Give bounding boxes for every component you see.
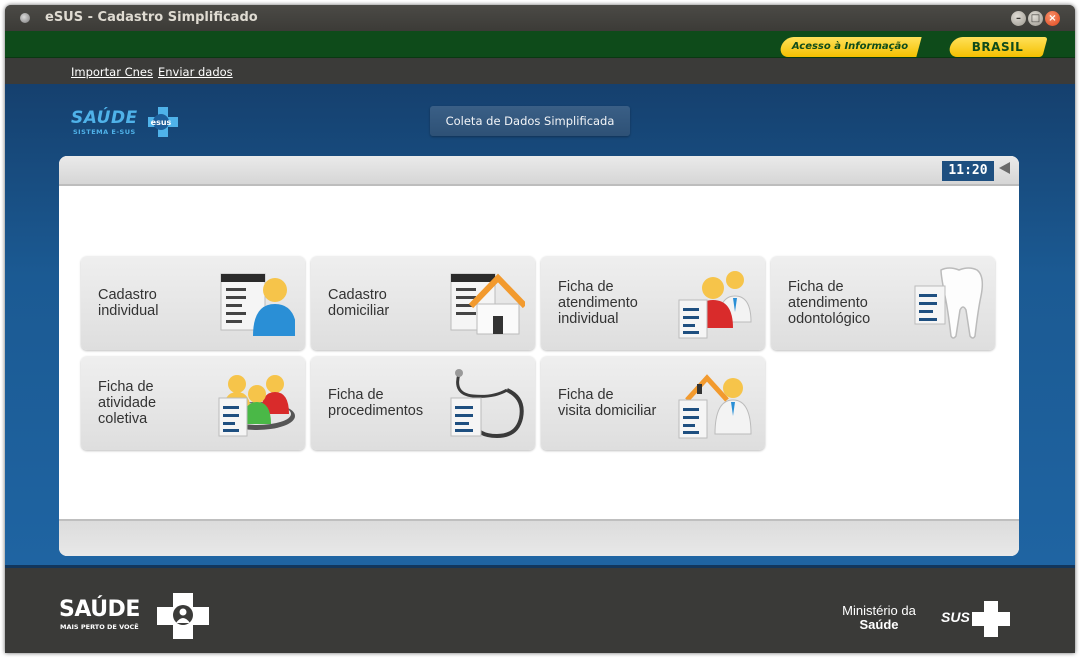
tile-ficha-procedimentos[interactable]: Ficha de procedimentos	[311, 356, 535, 450]
logo-badge-text: esus	[151, 118, 172, 127]
maximize-button[interactable]: □	[1028, 11, 1043, 26]
footer-saude-word: SAÚDE	[59, 597, 140, 622]
ministerio-line2: Saúde	[859, 617, 899, 632]
coleta-dados-button[interactable]: Coleta de Dados Simplificada	[430, 106, 630, 136]
tile-label: Ficha de atendimento odontológico	[788, 279, 871, 327]
main-panel: 11:20 Cadastro individual Cadastro domic…	[59, 156, 1019, 556]
tile-cadastro-domiciliar[interactable]: Cadastro domiciliar	[311, 256, 535, 350]
clock-display: 11:20	[942, 161, 994, 181]
window-menu-icon[interactable]	[20, 13, 30, 23]
tile-ficha-atendimento-individual[interactable]: Ficha de atendimento individual	[541, 256, 765, 350]
acesso-informacao-link[interactable]: Acesso à Informação	[778, 37, 922, 57]
brasil-label: BRASIL	[971, 40, 1024, 54]
health-cross-icon: esus	[148, 107, 178, 137]
saude-esus-logo: SAÚDE SISTEMA E-SUS esus	[71, 106, 181, 142]
minimize-button[interactable]: –	[1011, 11, 1026, 26]
house-form-icon	[450, 273, 525, 335]
enviar-dados-link[interactable]: Enviar dados	[158, 65, 233, 79]
app-window: eSUS - Cadastro Simplificado – □ × Acess…	[5, 5, 1075, 653]
link-bar: Importar Cnes Enviar dados	[5, 59, 1075, 84]
acesso-informacao-label: Acesso à Informação	[791, 41, 909, 52]
tile-label: Cadastro domiciliar	[328, 287, 390, 319]
government-bar: Acesso à Informação BRASIL	[5, 31, 1075, 58]
sus-word: SUS	[941, 609, 970, 625]
tile-cadastro-individual[interactable]: Cadastro individual	[81, 256, 305, 350]
main-area: SAÚDE SISTEMA E-SUS esus Coleta de Dados…	[5, 84, 1075, 568]
window-title: eSUS - Cadastro Simplificado	[45, 10, 258, 25]
panel-bottom-bar	[59, 519, 1019, 556]
collapse-arrow-icon[interactable]	[999, 162, 1010, 174]
stethoscope-form-icon	[450, 369, 524, 439]
tile-label: Cadastro individual	[98, 287, 159, 319]
title-bar: eSUS - Cadastro Simplificado – □ ×	[5, 5, 1075, 31]
sus-cross-icon	[972, 601, 1010, 637]
patient-doctor-form-icon	[678, 271, 752, 339]
panel-top-bar: 11:20	[59, 156, 1019, 186]
tile-label: Ficha de procedimentos	[328, 387, 424, 419]
logo-subtitle: SISTEMA E-SUS	[73, 128, 136, 136]
tile-label: Ficha de visita domiciliar	[558, 387, 657, 419]
brasil-link[interactable]: BRASIL	[947, 37, 1048, 57]
tile-ficha-atendimento-odontologico[interactable]: Ficha de atendimento odontológico	[771, 256, 995, 350]
group-form-icon	[218, 375, 295, 437]
importar-cnes-link[interactable]: Importar Cnes	[71, 65, 153, 79]
ministerio-line1: Ministério da	[842, 603, 916, 618]
footer-saude-subtitle: MAIS PERTO DE VOCÊ	[60, 623, 139, 631]
close-button[interactable]: ×	[1045, 11, 1060, 26]
person-form-icon	[220, 273, 295, 336]
tile-label: Ficha de atividade coletiva	[98, 379, 157, 427]
footer: SAÚDE MAIS PERTO DE VOCÊ Ministério da S…	[5, 571, 1075, 653]
tile-ficha-visita-domiciliar[interactable]: Ficha de visita domiciliar	[541, 356, 765, 450]
ministerio-saude-logo: Ministério da Saúde	[835, 603, 923, 632]
tile-label: Ficha de atendimento individual	[558, 279, 638, 327]
logo-word: SAÚDE	[71, 108, 138, 128]
home-visit-form-icon	[678, 374, 752, 439]
tooth-form-icon	[914, 267, 984, 339]
saude-logo-cross-icon	[157, 593, 209, 639]
tile-ficha-atividade-coletiva[interactable]: Ficha de atividade coletiva	[81, 356, 305, 450]
